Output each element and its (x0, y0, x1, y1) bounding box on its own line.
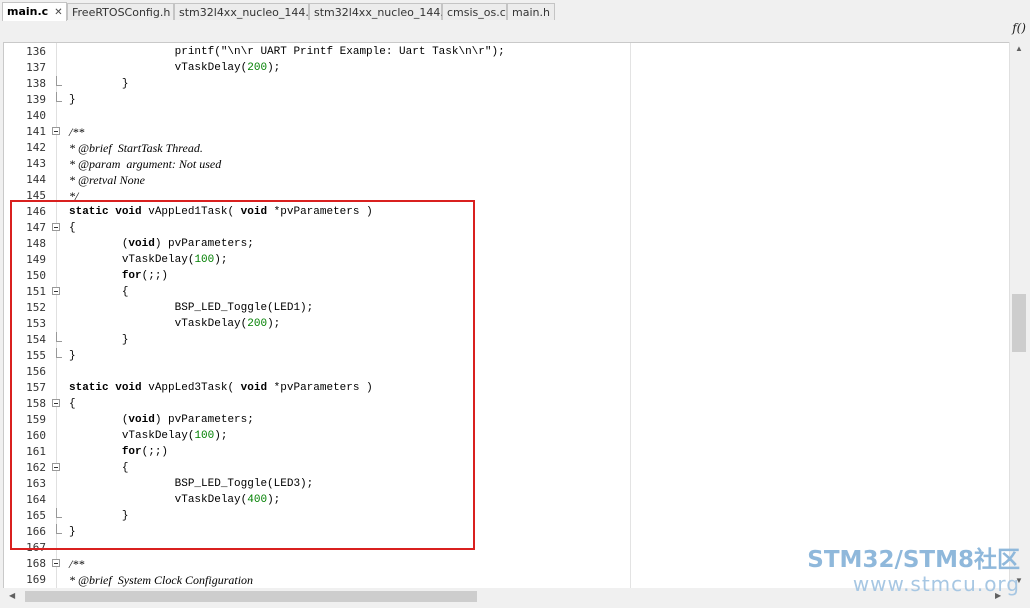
horizontal-scroll-thumb[interactable] (25, 591, 477, 602)
line-number: 169 (26, 573, 46, 586)
tab-label: stm32l4xx_nucleo_144.c (314, 6, 450, 19)
code-text: vTaskDelay(200); (69, 62, 281, 74)
tab-label: stm32l4xx_nucleo_144.h (179, 6, 316, 19)
highlight-box (10, 200, 475, 550)
code-line: 141/** (4, 124, 1009, 140)
code-line: 137 vTaskDelay(200); (4, 60, 1009, 76)
watermark-title: STM32/STM8社区 (807, 547, 1020, 573)
close-icon[interactable]: ✕ (54, 4, 62, 21)
tab-bar: main.c ✕ FreeRTOSConfig.h stm32l4xx_nucle… (0, 0, 1030, 22)
vertical-scroll-thumb[interactable] (1012, 294, 1026, 352)
functions-icon[interactable]: f() (1012, 21, 1026, 35)
scroll-up-icon[interactable]: ▲ (1015, 44, 1023, 53)
code-line: 138 } (4, 76, 1009, 92)
code-text: } (69, 94, 76, 106)
line-number: 142 (26, 141, 46, 154)
code-text: } (69, 78, 129, 90)
tab-main-h[interactable]: main.h (507, 3, 555, 20)
code-line: 143 * @param argument: Not used (4, 156, 1009, 172)
watermark: STM32/STM8社区 www.stmcu.org (807, 547, 1020, 595)
code-text: printf("\n\r UART Printf Example: Uart T… (69, 46, 505, 58)
vertical-scrollbar[interactable]: ▲ ▼ (1009, 42, 1028, 589)
tab-label: main.c (7, 5, 49, 18)
scroll-left-icon[interactable]: ◀ (9, 591, 15, 600)
code-line: 136 printf("\n\r UART Printf Example: Ua… (4, 44, 1009, 60)
line-number: 140 (26, 109, 46, 122)
watermark-url: www.stmcu.org (852, 572, 1020, 596)
line-number: 137 (26, 61, 46, 74)
fold-collapse-icon[interactable] (52, 127, 60, 135)
fold-end-icon (56, 92, 62, 102)
tab-nucleo-h[interactable]: stm32l4xx_nucleo_144.h (174, 3, 316, 20)
fold-end-icon (56, 76, 62, 86)
line-number: 144 (26, 173, 46, 186)
tab-label: FreeRTOSConfig.h (72, 6, 171, 19)
line-number: 136 (26, 45, 46, 58)
tab-main-c[interactable]: main.c ✕ (2, 2, 67, 22)
tab-freertosconfig-h[interactable]: FreeRTOSConfig.h (67, 3, 174, 20)
tab-cmsis-os-c[interactable]: cmsis_os.c (442, 3, 507, 20)
code-line: 140 (4, 108, 1009, 124)
line-number: 138 (26, 77, 46, 90)
code-line: 144 * @retval None (4, 172, 1009, 188)
line-number: 143 (26, 157, 46, 170)
tab-nucleo-c[interactable]: stm32l4xx_nucleo_144.c (309, 3, 450, 20)
code-text: * @brief System Clock Configuration (69, 573, 254, 587)
tab-label: main.h (512, 6, 550, 19)
tab-label: cmsis_os.c (447, 6, 506, 19)
line-number: 168 (26, 557, 46, 570)
line-number: 139 (26, 93, 46, 106)
code-line: 142 * @brief StartTask Thread. (4, 140, 1009, 156)
fold-collapse-icon[interactable] (52, 559, 60, 567)
code-editor[interactable]: 136 printf("\n\r UART Printf Example: Ua… (3, 42, 1010, 589)
line-number: 141 (26, 125, 46, 138)
editor-toolbar (0, 21, 1030, 42)
code-line: 139} (4, 92, 1009, 108)
